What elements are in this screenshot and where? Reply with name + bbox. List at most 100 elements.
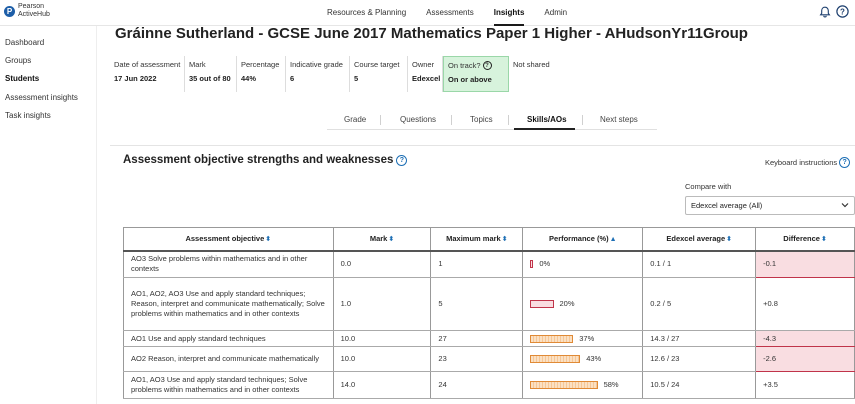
sidebar-item-students[interactable]: Students (5, 74, 39, 83)
table-row: AO1 Use and apply standard techniques 10.… (123, 330, 855, 347)
header-maximum-mark[interactable]: Maximum mark⬍ (430, 227, 524, 252)
nav-assessments[interactable]: Assessments (426, 0, 474, 26)
bell-icon[interactable] (818, 5, 831, 18)
sidebar-item-groups[interactable]: Groups (5, 56, 31, 65)
header-mark[interactable]: Mark⬍ (332, 227, 432, 252)
sort-icon: ⬍ (388, 236, 395, 244)
objective-cell: AO2 Reason, interpret and communicate ma… (123, 346, 334, 372)
sidebar-item-task-insights[interactable]: Task insights (5, 111, 51, 120)
performance-bar-fill (530, 300, 554, 308)
section-title: Assessment objective strengths and weakn… (123, 154, 408, 166)
performance-bar-fill (530, 381, 598, 389)
summary-shared-status: Not shared (513, 60, 550, 69)
average-cell: 10.5 / 24 (642, 371, 757, 399)
sort-icon: ⬍ (726, 236, 733, 244)
performance-cell: 43% (522, 346, 644, 372)
nav-insights[interactable]: Insights (493, 0, 525, 26)
performance-label: 0% (539, 259, 551, 269)
average-cell: 14.3 / 27 (642, 330, 757, 347)
tab-grade[interactable]: Grade (344, 115, 366, 124)
sidebar-item-assessment-insights[interactable]: Assessment insights (5, 93, 78, 102)
table-row: AO1, AO3 Use and apply standard techniqu… (123, 371, 855, 399)
page-title: Gráinne Sutherland - GCSE June 2017 Math… (115, 25, 748, 42)
objective-cell: AO1, AO2, AO3 Use and apply standard tec… (123, 277, 334, 331)
performance-cell: 0% (522, 250, 644, 278)
active-tab-indicator (514, 128, 575, 130)
performance-bar-fill (530, 334, 574, 343)
assessment-objectives-table: Assessment objective⬍ Mark⬍ Maximum mark… (123, 227, 855, 399)
tab-next-steps[interactable]: Next steps (600, 115, 638, 124)
nav-admin[interactable]: Admin (544, 0, 567, 26)
max-mark-cell: 24 (430, 371, 524, 399)
performance-bar (530, 355, 581, 363)
svg-text:?: ? (840, 7, 845, 16)
objective-cell: AO1, AO3 Use and apply standard techniqu… (123, 371, 334, 399)
average-cell: 0.1 / 1 (642, 250, 757, 278)
mark-cell: 10.0 (332, 346, 432, 372)
difference-cell: -2.6 (755, 346, 855, 372)
keyboard-instructions-link[interactable]: Keyboard instructions ? (765, 157, 851, 168)
difference-cell: -0.1 (755, 250, 855, 278)
section-help-icon[interactable]: ? (396, 154, 408, 166)
performance-cell: 37% (522, 330, 644, 347)
product-name: ActiveHub (18, 11, 50, 18)
keyboard-help-icon[interactable]: ? (839, 157, 851, 168)
top-navigation: P Pearson ActiveHub Resources & Planning… (0, 0, 855, 26)
table-row: AO1, AO2, AO3 Use and apply standard tec… (123, 277, 855, 331)
mark-cell: 0.0 (332, 250, 432, 278)
table-row: AO2 Reason, interpret and communicate ma… (123, 346, 855, 372)
pearson-logo[interactable]: P Pearson ActiveHub (4, 3, 50, 19)
tab-divider (582, 115, 583, 125)
table-header-row: Assessment objective⬍ Mark⬍ Maximum mark… (123, 227, 855, 252)
performance-bar (530, 300, 554, 308)
sort-icon: ⬍ (501, 236, 508, 244)
average-cell: 12.6 / 23 (642, 346, 757, 372)
compare-select[interactable]: Edexcel average (All) (685, 196, 855, 215)
performance-bar (530, 260, 534, 269)
sort-ascending-icon: ▲ (609, 236, 617, 244)
mark-cell: 14.0 (332, 371, 432, 399)
average-cell: 0.2 / 5 (642, 277, 757, 331)
on-track-help-icon[interactable]: ? (482, 61, 492, 70)
tab-divider (508, 115, 509, 125)
tab-questions[interactable]: Questions (400, 115, 436, 124)
nav-resources-planning[interactable]: Resources & Planning (327, 0, 406, 26)
performance-label: 37% (579, 333, 595, 343)
summary-indicative-grade: Indicative grade 6 (286, 56, 350, 92)
header-difference[interactable]: Difference⬍ (755, 227, 855, 252)
performance-label: 58% (603, 380, 619, 389)
performance-bar (530, 334, 574, 343)
sidebar: Dashboard Groups Students Assessment ins… (0, 26, 97, 404)
difference-cell: +0.8 (755, 277, 855, 331)
chevron-down-icon (840, 200, 850, 212)
header-assessment-objective[interactable]: Assessment objective⬍ (123, 227, 334, 252)
sort-icon: ⬍ (820, 236, 827, 244)
header-performance[interactable]: Performance (%)▲ (522, 227, 644, 252)
performance-label: 20% (559, 299, 575, 308)
help-icon[interactable]: ? (836, 5, 849, 18)
brand-name: Pearson (18, 3, 45, 10)
difference-cell: +3.5 (755, 371, 855, 399)
performance-cell: 20% (522, 277, 644, 331)
compare-label: Compare with (685, 182, 732, 191)
tab-topics[interactable]: Topics (470, 115, 493, 124)
mark-cell: 1.0 (332, 277, 432, 331)
sidebar-item-dashboard[interactable]: Dashboard (5, 38, 44, 47)
performance-label: 43% (586, 354, 602, 363)
assessment-summary: Date of assessment 17 Jun 2022 Mark 35 o… (110, 56, 559, 92)
sort-icon: ⬍ (265, 236, 272, 244)
objective-cell: AO3 Solve problems within mathematics an… (123, 250, 334, 278)
max-mark-cell: 1 (430, 250, 524, 278)
performance-bar (530, 381, 598, 389)
max-mark-cell: 23 (430, 346, 524, 372)
tab-skills-aos[interactable]: Skills/AOs (527, 115, 567, 124)
header-edexcel-average[interactable]: Edexcel average⬍ (642, 227, 757, 252)
tab-divider (451, 115, 452, 125)
main-nav: Resources & Planning Assessments Insight… (327, 0, 587, 26)
performance-cell: 58% (522, 371, 644, 399)
tab-divider (380, 115, 381, 125)
objective-cell: AO1 Use and apply standard techniques (123, 330, 334, 347)
summary-date: Date of assessment 17 Jun 2022 (110, 56, 185, 92)
mark-cell: 10.0 (332, 330, 432, 347)
summary-on-track: On track? ? On or above (443, 56, 509, 92)
